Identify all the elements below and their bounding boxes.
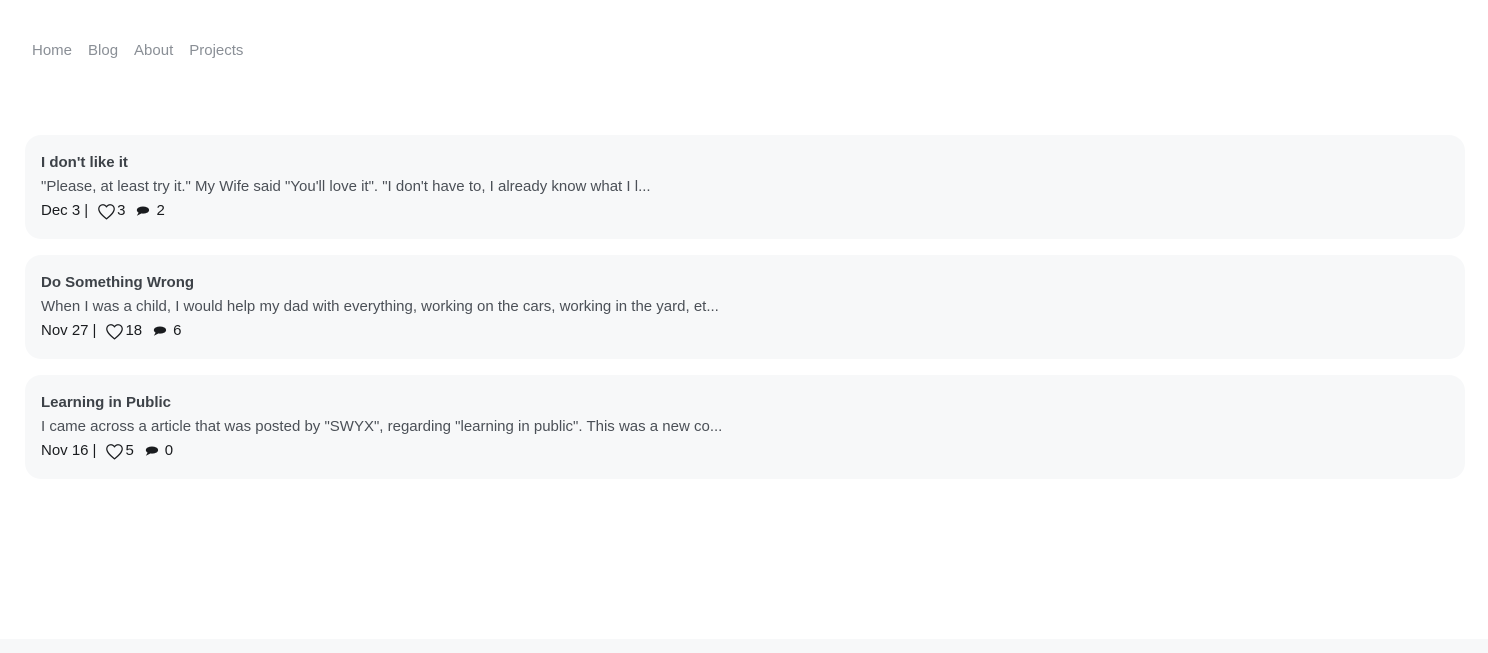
- post-excerpt: I came across a article that was posted …: [41, 418, 723, 435]
- comment-icon: [154, 326, 167, 336]
- like-count-group[interactable]: 5: [105, 442, 134, 460]
- comment-icon: [145, 446, 158, 456]
- heart-icon[interactable]: [105, 323, 124, 340]
- like-count: 5: [125, 442, 134, 459]
- like-count: 18: [125, 322, 143, 339]
- post-meta: Nov 27 | 18 6: [41, 322, 1449, 340]
- post-title[interactable]: Do Something Wrong: [41, 274, 1449, 292]
- like-count-group[interactable]: 3: [97, 202, 125, 220]
- post-date: Dec 3: [41, 202, 81, 219]
- post-card[interactable]: Learning in Public I came across a artic…: [25, 375, 1465, 479]
- nav-home-link[interactable]: Home: [32, 42, 72, 59]
- post-title[interactable]: I don't like it: [41, 154, 1449, 172]
- heart-icon[interactable]: [97, 203, 116, 220]
- heart-icon[interactable]: [105, 443, 124, 460]
- comment-count: 2: [156, 202, 165, 219]
- post-card[interactable]: Do Something Wrong When I was a child, I…: [25, 255, 1465, 359]
- like-count: 3: [117, 202, 126, 219]
- post-date: Nov 16: [41, 442, 89, 459]
- nav-projects-link[interactable]: Projects: [189, 42, 243, 59]
- footer-bar: [0, 639, 1488, 653]
- meta-separator: |: [92, 442, 97, 459]
- comment-count: 6: [173, 322, 182, 339]
- post-date: Nov 27: [41, 322, 89, 339]
- post-meta: Dec 3 | 3 2: [41, 202, 1449, 220]
- comment-count-group[interactable]: 6: [142, 322, 181, 340]
- top-nav: Home Blog About Projects: [32, 42, 243, 59]
- comment-count-group[interactable]: 0: [134, 442, 173, 460]
- nav-blog-link[interactable]: Blog: [88, 42, 118, 59]
- comment-icon: [137, 206, 150, 216]
- comment-count-group[interactable]: 2: [125, 202, 165, 220]
- post-meta: Nov 16 | 5 0: [41, 442, 1449, 460]
- like-count-group[interactable]: 18: [105, 322, 142, 340]
- meta-separator: |: [84, 202, 89, 219]
- post-list: I don't like it "Please, at least try it…: [25, 135, 1465, 495]
- post-excerpt: "Please, at least try it." My Wife said …: [41, 178, 651, 195]
- post-title[interactable]: Learning in Public: [41, 394, 1449, 412]
- comment-count: 0: [164, 442, 174, 459]
- meta-separator: |: [92, 322, 97, 339]
- nav-about-link[interactable]: About: [134, 42, 173, 59]
- post-excerpt: When I was a child, I would help my dad …: [41, 298, 719, 315]
- post-card[interactable]: I don't like it "Please, at least try it…: [25, 135, 1465, 239]
